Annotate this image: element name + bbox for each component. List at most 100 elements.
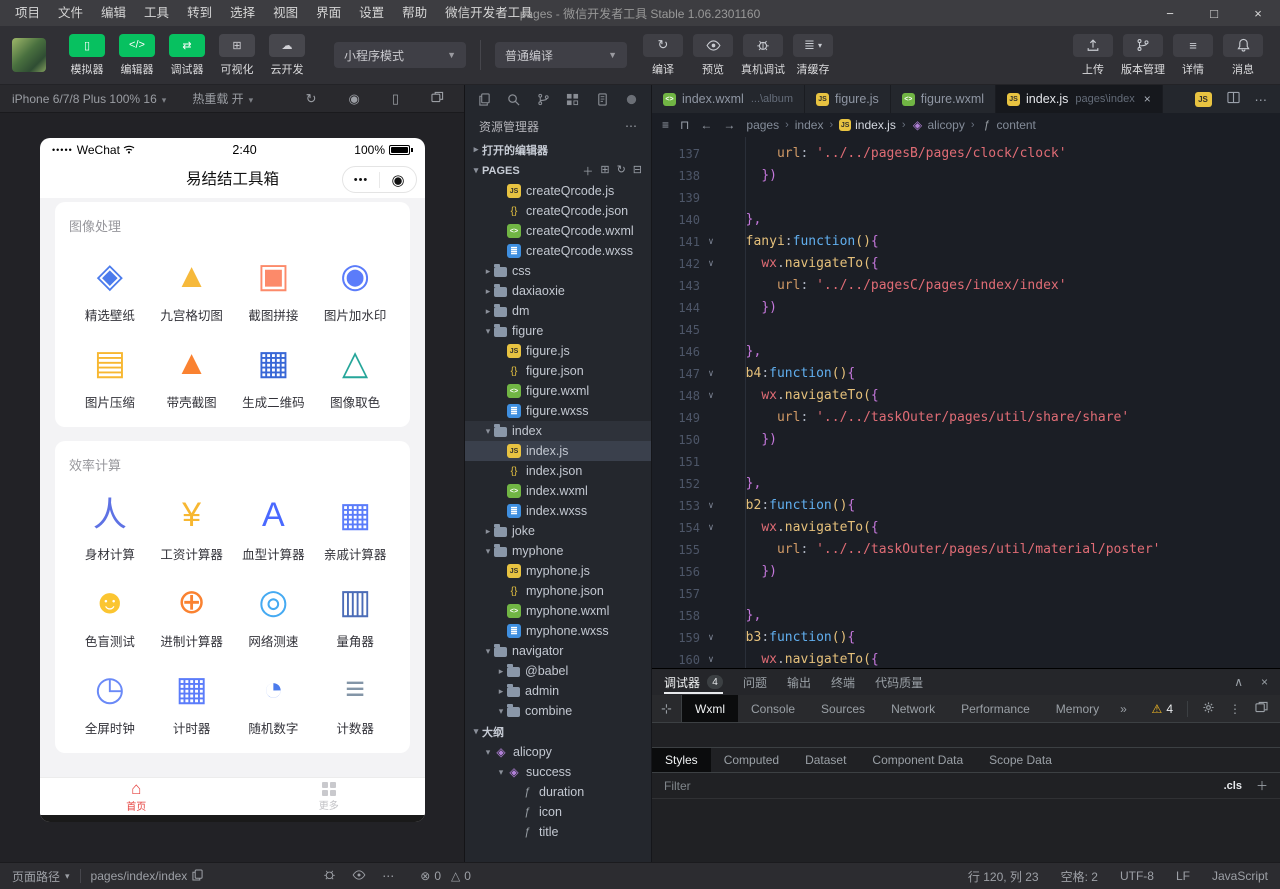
section-pages[interactable]: ▾ PAGES ＋ ⊞ ↻ ⊟	[465, 160, 651, 181]
dock-icon[interactable]	[1255, 701, 1268, 716]
code-line-143[interactable]: 143 url: '../../pagesC/pages/index/index…	[652, 275, 1280, 297]
close-button[interactable]: ×	[1236, 0, 1280, 26]
editor-tab-index.js[interactable]: JSindex.jspages\index×	[996, 85, 1163, 113]
encoding[interactable]: UTF-8	[1120, 869, 1154, 883]
menu-文件[interactable]: 文件	[49, 0, 92, 26]
fold-chevron-icon[interactable]: ∨	[700, 649, 722, 668]
tree-item-myphone.wxss[interactable]: ≣myphone.wxss	[465, 621, 651, 641]
details-button[interactable]: ≡ 详情	[1171, 34, 1215, 77]
close-panel-icon[interactable]: ×	[1261, 675, 1268, 689]
collapse-panel-icon[interactable]: ∧	[1234, 675, 1243, 689]
cls-toggle[interactable]: .cls	[1224, 780, 1242, 792]
source-control-icon[interactable]	[537, 93, 550, 106]
code-line-140[interactable]: 140 },	[652, 209, 1280, 231]
code-line-148[interactable]: 148∨ wx.navigateTo({	[652, 385, 1280, 407]
restart-icon[interactable]: ↻	[306, 91, 317, 107]
grid-item-亲戚计算器[interactable]: ▦亲戚计算器	[314, 476, 396, 563]
tree-item-createQrcode.js[interactable]: JScreateQrcode.js	[465, 181, 651, 201]
inspect-element-icon[interactable]: ⊹	[652, 695, 682, 722]
panel-tab-终端[interactable]: 终端	[831, 669, 855, 695]
gear-icon[interactable]	[1202, 701, 1215, 717]
grid-item-全屏时钟[interactable]: ◷全屏时钟	[69, 650, 151, 737]
grid-item-血型计算器[interactable]: A血型计算器	[233, 476, 315, 563]
more-actions-icon[interactable]: ⋯	[382, 869, 394, 883]
menu-设置[interactable]: 设置	[350, 0, 393, 26]
menu-工具[interactable]: 工具	[135, 0, 178, 26]
inspector-tab-Network[interactable]: Network	[878, 695, 948, 722]
code-line-160[interactable]: 160∨ wx.navigateTo({	[652, 649, 1280, 668]
code-line-154[interactable]: 154∨ wx.navigateTo({	[652, 517, 1280, 539]
tree-item-@babel[interactable]: ▸@babel	[465, 661, 651, 681]
styles-content-area[interactable]	[652, 799, 1280, 862]
user-avatar[interactable]	[12, 38, 46, 72]
tree-item-createQrcode.json[interactable]: {}createQrcode.json	[465, 201, 651, 221]
code-line-156[interactable]: 156 })	[652, 561, 1280, 583]
npm-icon[interactable]	[596, 93, 609, 106]
current-page-path[interactable]: pages/index/index	[91, 869, 204, 884]
menu-界面[interactable]: 界面	[307, 0, 350, 26]
grid-item-带壳截图[interactable]: ▲带壳截图	[151, 324, 233, 411]
styles-tab-Styles[interactable]: Styles	[652, 748, 711, 772]
close-tab-icon[interactable]: ×	[1144, 92, 1151, 106]
menu-编辑[interactable]: 编辑	[92, 0, 135, 26]
tree-item-figure.json[interactable]: {}figure.json	[465, 361, 651, 381]
grid-item-图片加水印[interactable]: ◉图片加水印	[314, 237, 396, 324]
code-line-159[interactable]: 159∨ b3:function(){	[652, 627, 1280, 649]
code-line-151[interactable]: 151	[652, 451, 1280, 473]
tree-item-index.json[interactable]: {}index.json	[465, 461, 651, 481]
grid-item-精选壁纸[interactable]: ◈精选壁纸	[69, 237, 151, 324]
tree-item-myphone[interactable]: ▾myphone	[465, 541, 651, 561]
grid-item-图片压缩[interactable]: ▤图片压缩	[69, 324, 151, 411]
version-control-button[interactable]: 版本管理	[1121, 34, 1165, 77]
more-tabs-icon[interactable]: »	[1112, 695, 1135, 722]
tree-item-index.js[interactable]: JSindex.js	[465, 441, 651, 461]
code-line-138[interactable]: 138 })	[652, 165, 1280, 187]
code-line-150[interactable]: 150 })	[652, 429, 1280, 451]
grid-item-身材计算[interactable]: 人身材计算	[69, 476, 151, 563]
editor-button[interactable]: </> 编辑器	[115, 34, 159, 77]
tree-item-index[interactable]: ▾index	[465, 421, 651, 441]
tree-item-admin[interactable]: ▸admin	[465, 681, 651, 701]
inspector-tab-Performance[interactable]: Performance	[948, 695, 1043, 722]
fold-chevron-icon[interactable]: ∨	[700, 517, 722, 539]
fold-chevron-icon[interactable]: ∨	[700, 253, 722, 275]
editor-tab-index.wxml[interactable]: <>index.wxml...\album	[652, 85, 805, 113]
debugger-button[interactable]: ⇄ 调试器	[165, 34, 209, 77]
messages-button[interactable]: 消息	[1221, 34, 1265, 77]
tree-item-combine[interactable]: ▾combine	[465, 701, 651, 721]
code-line-147[interactable]: 147∨ b4:function(){	[652, 363, 1280, 385]
tree-item-css[interactable]: ▸css	[465, 261, 651, 281]
bug-icon[interactable]	[323, 868, 336, 884]
breadcrumb-index.js[interactable]: JSindex.js	[839, 118, 896, 132]
code-line-144[interactable]: 144 })	[652, 297, 1280, 319]
grid-item-工资计算器[interactable]: ¥工资计算器	[151, 476, 233, 563]
styles-tab-Dataset[interactable]: Dataset	[792, 748, 859, 772]
hot-reload-toggle[interactable]: 热重载 开▾	[192, 90, 253, 107]
tree-item-success[interactable]: ▾◈success	[465, 762, 651, 782]
refresh-icon[interactable]: ↻	[617, 163, 626, 179]
styles-tab-Computed[interactable]: Computed	[711, 748, 792, 772]
menu-项目[interactable]: 项目	[6, 0, 49, 26]
grid-item-量角器[interactable]: ▥量角器	[314, 563, 396, 650]
indentation[interactable]: 空格: 2	[1061, 868, 1098, 885]
clear-cache-button[interactable]: ≣▾ 清缓存	[791, 34, 835, 77]
tree-item-daxiaoxie[interactable]: ▸daxiaoxie	[465, 281, 651, 301]
inspector-tab-Sources[interactable]: Sources	[808, 695, 878, 722]
inspector-tab-Wxml[interactable]: Wxml	[682, 695, 738, 722]
new-file-icon[interactable]: ＋	[582, 163, 593, 179]
code-line-146[interactable]: 146 },	[652, 341, 1280, 363]
fold-chevron-icon[interactable]: ∨	[700, 363, 722, 385]
bookmark-icon[interactable]: ⊓	[680, 118, 689, 132]
tab-home[interactable]: ⌂ 首页	[40, 778, 233, 815]
cloud-dev-button[interactable]: ☁ 云开发	[265, 34, 309, 77]
compile-button[interactable]: ↻ 编译	[641, 34, 685, 77]
code-line-142[interactable]: 142∨ wx.navigateTo({	[652, 253, 1280, 275]
exit-target-button[interactable]: ◉	[380, 171, 416, 189]
panel-tab-调试器[interactable]: 调试器4	[664, 669, 723, 695]
eye-icon[interactable]	[352, 869, 366, 883]
filter-input[interactable]: Filter	[664, 779, 691, 793]
eol-type[interactable]: LF	[1176, 869, 1190, 883]
tree-item-joke[interactable]: ▸joke	[465, 521, 651, 541]
forward-icon[interactable]: →	[723, 118, 735, 132]
files-icon[interactable]	[478, 93, 491, 106]
